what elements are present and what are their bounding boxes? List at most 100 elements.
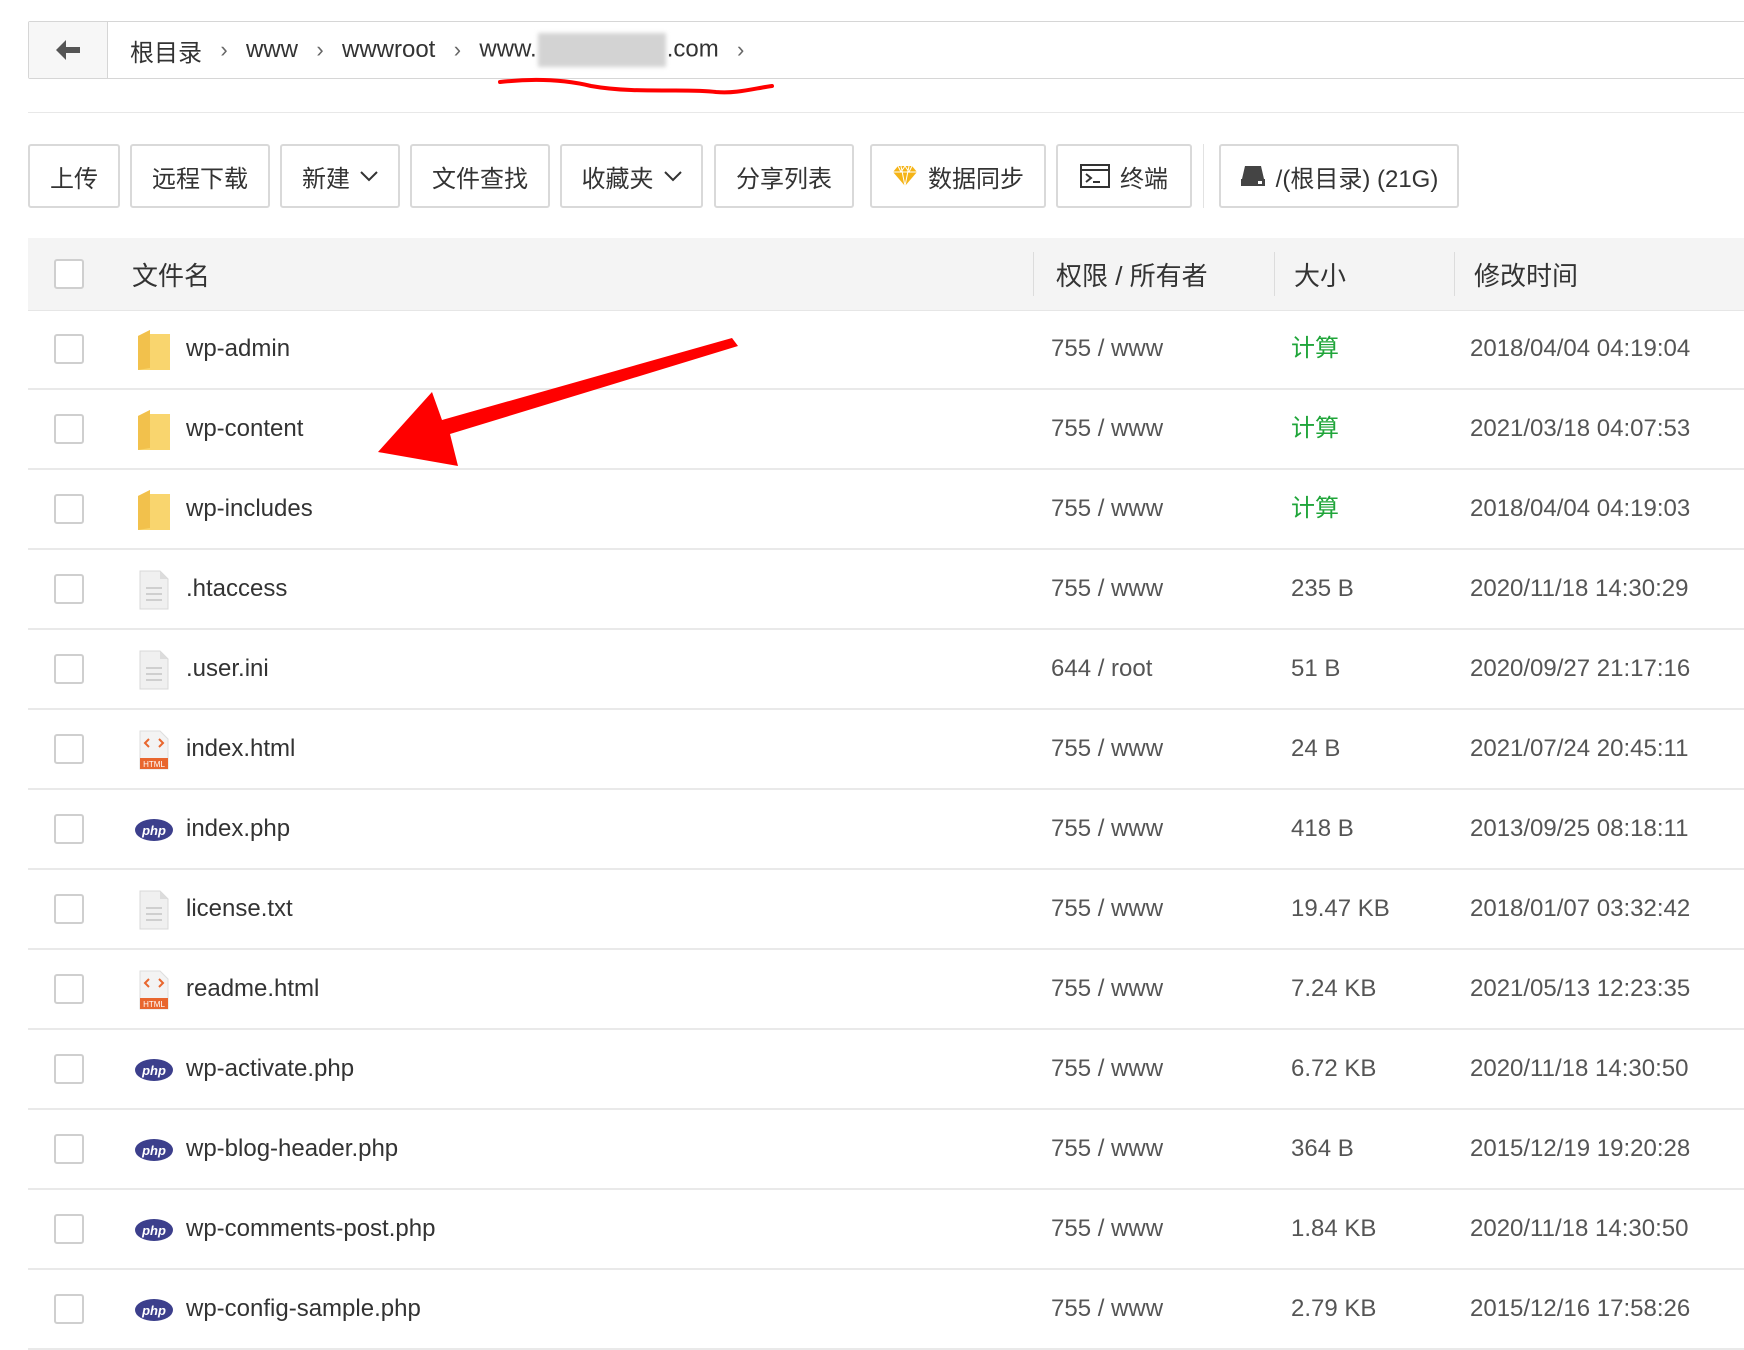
- file-size: 7.24 KB: [1291, 975, 1377, 1002]
- row-checkbox[interactable]: [54, 334, 84, 364]
- row-checkbox[interactable]: [54, 654, 84, 684]
- row-checkbox[interactable]: [54, 1214, 84, 1244]
- table-row[interactable]: .htaccess 755 / www 235 B 2020/11/18 14:30:…: [28, 550, 1744, 630]
- share-list-button[interactable]: 分享列表: [714, 144, 854, 208]
- file-permission[interactable]: 644 / root: [1051, 630, 1152, 708]
- file-size: 24 B: [1291, 735, 1341, 762]
- disk-button[interactable]: /(根目录) (21G): [1219, 144, 1459, 208]
- chevron-right-icon: ›: [316, 37, 324, 62]
- file-name[interactable]: wp-config-sample.php: [186, 1270, 421, 1348]
- file-name[interactable]: wp-includes: [186, 470, 313, 548]
- breadcrumb-root[interactable]: 根目录: [120, 33, 212, 68]
- table-row[interactable]: wp-content 755 / www 计算 2021/03/18 04:07:53: [28, 390, 1744, 470]
- column-header-name[interactable]: 文件名: [132, 238, 210, 310]
- table-row[interactable]: php wp-config-sample.php 755 / www 2.79 KB 2…: [28, 1270, 1744, 1350]
- row-checkbox[interactable]: [54, 1134, 84, 1164]
- file-permission[interactable]: 755 / www: [1051, 390, 1163, 468]
- favorites-button[interactable]: 收藏夹: [560, 144, 703, 208]
- svg-text:php: php: [141, 1143, 166, 1158]
- breadcrumb-current-domain[interactable]: www. .com: [469, 33, 728, 67]
- file-modified-time: 2015/12/19 19:20:28: [1470, 1135, 1691, 1162]
- row-checkbox[interactable]: [54, 494, 84, 524]
- file-permission[interactable]: 755 / www: [1051, 710, 1163, 788]
- file-modified-time: 2018/04/04 04:19:04: [1470, 335, 1691, 362]
- column-divider: [1274, 252, 1275, 296]
- table-row[interactable]: wp-admin 755 / www 计算 2018/04/04 04:19:04: [28, 310, 1744, 390]
- file-list: wp-admin 755 / www 计算 2018/04/04 04:19:04 wp…: [28, 310, 1744, 1350]
- row-checkbox[interactable]: [54, 574, 84, 604]
- file-name[interactable]: wp-activate.php: [186, 1030, 354, 1108]
- file-name[interactable]: .user.ini: [186, 630, 269, 708]
- html-file-icon: HTML: [132, 728, 176, 772]
- row-checkbox[interactable]: [54, 814, 84, 844]
- file-permission[interactable]: 755 / www: [1051, 950, 1163, 1028]
- file-permission[interactable]: 755 / www: [1051, 1110, 1163, 1188]
- file-name[interactable]: wp-admin: [186, 310, 290, 388]
- file-name[interactable]: license.txt: [186, 870, 293, 948]
- file-modified-time: 2013/09/25 08:18:11: [1470, 815, 1689, 842]
- text-file-icon: [132, 648, 176, 692]
- row-checkbox[interactable]: [54, 734, 84, 764]
- file-permission[interactable]: 755 / www: [1051, 470, 1163, 548]
- php-file-icon: php: [132, 1208, 176, 1252]
- back-button[interactable]: [29, 22, 108, 78]
- file-permission[interactable]: 755 / www: [1051, 870, 1163, 948]
- breadcrumb-www[interactable]: www: [236, 36, 308, 64]
- svg-text:php: php: [141, 823, 166, 838]
- table-row[interactable]: wp-includes 755 / www 计算 2018/04/04 04:19:0…: [28, 470, 1744, 550]
- terminal-label: 终端: [1120, 165, 1168, 193]
- file-search-label: 文件查找: [432, 165, 528, 193]
- file-modified-time: 2015/12/16 17:58:26: [1470, 1295, 1691, 1322]
- file-permission[interactable]: 755 / www: [1051, 1270, 1163, 1348]
- table-row[interactable]: HTML index.html 755 / www 24 B 2021/07/24 20…: [28, 710, 1744, 790]
- column-header-modified[interactable]: 修改时间: [1474, 238, 1578, 310]
- upload-button[interactable]: 上传: [28, 144, 120, 208]
- chevron-down-icon: [663, 171, 682, 182]
- new-button[interactable]: 新建: [280, 144, 400, 208]
- file-permission[interactable]: 755 / www: [1051, 1190, 1163, 1268]
- terminal-button[interactable]: 终端: [1056, 144, 1192, 208]
- file-permission[interactable]: 755 / www: [1051, 310, 1163, 388]
- select-all-checkbox[interactable]: [54, 259, 84, 289]
- domain-suffix: .com: [666, 35, 719, 63]
- file-permission[interactable]: 755 / www: [1051, 790, 1163, 868]
- row-checkbox[interactable]: [54, 1054, 84, 1084]
- arrow-left-icon: [56, 40, 80, 60]
- row-checkbox[interactable]: [54, 414, 84, 444]
- table-row[interactable]: license.txt 755 / www 19.47 KB 2018/01/07 0…: [28, 870, 1744, 950]
- file-name[interactable]: index.php: [186, 790, 290, 868]
- table-row[interactable]: php wp-comments-post.php 755 / www 1.84 KB 2…: [28, 1190, 1744, 1270]
- column-header-permission[interactable]: 权限 / 所有者: [1056, 238, 1208, 310]
- row-checkbox[interactable]: [54, 1294, 84, 1324]
- row-checkbox[interactable]: [54, 894, 84, 924]
- file-modified-time: 2021/03/18 04:07:53: [1470, 415, 1691, 442]
- divider: [28, 112, 1744, 113]
- folder-icon: [132, 408, 176, 452]
- breadcrumb-wwwroot[interactable]: wwwroot: [332, 36, 445, 64]
- php-file-icon: php: [132, 1048, 176, 1092]
- table-row[interactable]: php wp-blog-header.php 755 / www 364 B 2015/…: [28, 1110, 1744, 1190]
- calculate-size-link[interactable]: 计算: [1291, 470, 1339, 548]
- table-row[interactable]: .user.ini 644 / root 51 B 2020/09/27 21:17:…: [28, 630, 1744, 710]
- file-name[interactable]: readme.html: [186, 950, 319, 1028]
- file-search-button[interactable]: 文件查找: [410, 144, 550, 208]
- file-modified-time: 2020/11/18 14:30:50: [1470, 1055, 1689, 1082]
- file-size: 364 B: [1291, 1135, 1354, 1162]
- remote-download-button[interactable]: 远程下载: [130, 144, 270, 208]
- row-checkbox[interactable]: [54, 974, 84, 1004]
- file-name[interactable]: wp-blog-header.php: [186, 1110, 398, 1188]
- calculate-size-link[interactable]: 计算: [1291, 310, 1339, 388]
- table-row[interactable]: HTML readme.html 755 / www 7.24 KB 2021/05/1…: [28, 950, 1744, 1030]
- column-header-size[interactable]: 大小: [1294, 238, 1346, 310]
- table-row[interactable]: php wp-activate.php 755 / www 6.72 KB 2020/1…: [28, 1030, 1744, 1110]
- file-name[interactable]: wp-content: [186, 390, 303, 468]
- calculate-size-link[interactable]: 计算: [1291, 390, 1339, 468]
- table-row[interactable]: php index.php 755 / www 418 B 2013/09/25 08:…: [28, 790, 1744, 870]
- data-sync-button[interactable]: 数据同步: [870, 144, 1046, 208]
- file-size: 51 B: [1291, 655, 1341, 682]
- file-name[interactable]: wp-comments-post.php: [186, 1190, 435, 1268]
- file-name[interactable]: .htaccess: [186, 550, 287, 628]
- file-permission[interactable]: 755 / www: [1051, 550, 1163, 628]
- file-name[interactable]: index.html: [186, 710, 295, 788]
- file-permission[interactable]: 755 / www: [1051, 1030, 1163, 1108]
